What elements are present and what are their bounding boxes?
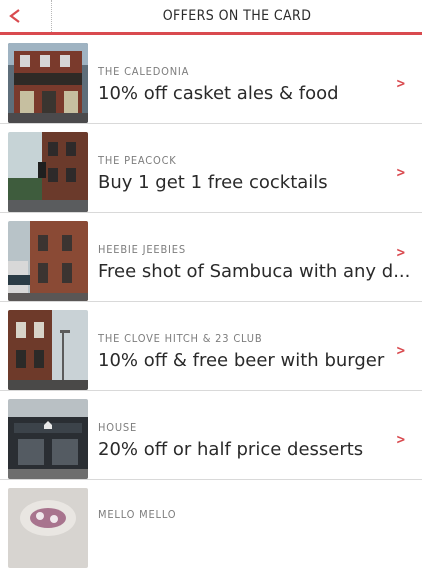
venue-name: HEEBIE JEEBIES	[98, 243, 186, 256]
venue-name: THE CLOVE HITCH & 23 CLUB	[98, 332, 263, 345]
offer-row-peacock[interactable]: THE PEACOCK Buy 1 get 1 free cocktails >	[0, 124, 422, 213]
offer-text: 10% off casket ales & food	[98, 83, 339, 104]
venue-photo	[8, 310, 88, 390]
offer-text: 10% off & free beer with burger	[98, 350, 385, 371]
offer-row-house[interactable]: HOUSE 20% off or half price desserts >	[0, 391, 422, 480]
offer-text: Buy 1 get 1 free cocktails	[98, 172, 328, 193]
chevron-right-icon: >	[396, 165, 405, 181]
offer-text: Free shot of Sambuca with any d...	[98, 261, 411, 282]
offer-row-heebie-jeebies[interactable]: HEEBIE JEEBIES Free shot of Sambuca with…	[0, 213, 422, 302]
chevron-right-icon: >	[396, 432, 405, 448]
offer-row-caledonia[interactable]: THE CALEDONIA 10% off casket ales & food…	[0, 35, 422, 124]
venue-name: HOUSE	[98, 421, 138, 434]
chevron-right-icon: >	[396, 245, 405, 261]
chevron-right-icon: >	[396, 76, 405, 92]
offer-text: 20% off or half price desserts	[98, 439, 364, 460]
venue-name: THE CALEDONIA	[98, 65, 190, 78]
chevron-left-icon	[8, 8, 22, 24]
venue-name: MELLO MELLO	[98, 508, 177, 521]
top-bar: OFFERS ON THE CARD	[0, 0, 422, 35]
venue-photo	[8, 221, 88, 301]
offers-list: THE CALEDONIA 10% off casket ales & food…	[0, 35, 422, 568]
venue-photo	[8, 43, 88, 123]
venue-name: THE PEACOCK	[98, 154, 177, 167]
venue-photo	[8, 488, 88, 568]
offer-row-mello-mello[interactable]: MELLO MELLO	[0, 480, 422, 568]
back-button[interactable]	[0, 0, 52, 32]
page-title: OFFERS ON THE CARD	[162, 8, 312, 24]
venue-photo	[8, 399, 88, 479]
offer-row-clove-hitch[interactable]: THE CLOVE HITCH & 23 CLUB 10% off & free…	[0, 302, 422, 391]
chevron-right-icon: >	[396, 343, 405, 359]
venue-photo	[8, 132, 88, 212]
